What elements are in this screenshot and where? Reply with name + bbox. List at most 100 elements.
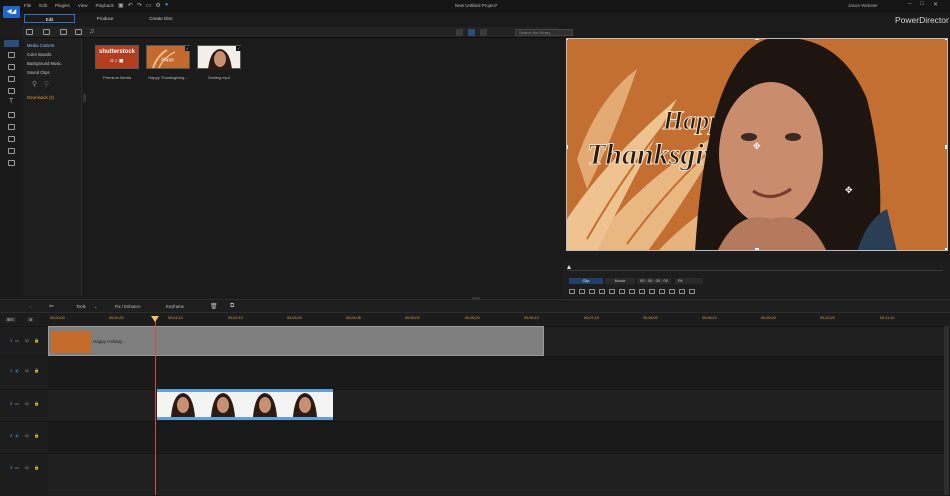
user-name[interactable]: Jason Webster xyxy=(848,3,878,8)
snapshot-button[interactable] xyxy=(629,289,635,294)
timeline-settings-icon[interactable]: ⇔ xyxy=(28,304,32,309)
previous-frame-button[interactable] xyxy=(589,289,595,294)
category-background-music[interactable]: Background Music xyxy=(27,61,61,66)
resize-handle[interactable] xyxy=(945,248,947,250)
import-media-icon[interactable] xyxy=(26,29,33,35)
thumbnail-view-icon[interactable] xyxy=(480,29,487,36)
track-enable-checkbox[interactable]: ☑ xyxy=(25,401,29,406)
maximize-button[interactable]: □ xyxy=(920,1,924,8)
resize-handle[interactable] xyxy=(945,39,947,40)
track-manager-icon[interactable]: ⊞⊟ xyxy=(5,317,16,322)
title-room-icon[interactable]: T xyxy=(9,98,13,105)
menu-plugins[interactable]: Plugins xyxy=(55,3,70,8)
particle-room-icon-2[interactable] xyxy=(8,88,15,94)
remove-category-icon[interactable]: ⚲ xyxy=(44,80,49,88)
resize-handle[interactable] xyxy=(567,145,568,149)
list-view-icon[interactable] xyxy=(456,29,463,36)
clip-mode-button[interactable]: Clip xyxy=(569,278,603,284)
preview-quality-button[interactable] xyxy=(639,289,645,294)
tab-edit[interactable]: Edit xyxy=(24,14,75,23)
music-filter-icon[interactable]: ♫ xyxy=(89,28,94,35)
timecode-display[interactable]: 00 ; 00 ; 00 ; 00 xyxy=(637,278,671,284)
tab-produce[interactable]: Produce xyxy=(79,14,131,23)
keyframe-button[interactable]: Keyframe xyxy=(166,304,184,309)
downloads-folder[interactable]: Downloads (3) xyxy=(27,95,54,100)
fx-room-icon[interactable] xyxy=(8,52,15,58)
tab-create-disc[interactable]: Create Disc xyxy=(135,14,187,23)
timeline-vertical-scrollbar[interactable] xyxy=(944,326,949,495)
transition-room-icon[interactable] xyxy=(8,112,15,118)
grid-view-icon[interactable] xyxy=(468,29,475,36)
subtitle-room-icon[interactable] xyxy=(8,160,15,166)
image-filter-icon[interactable] xyxy=(75,29,82,35)
particle-room-icon[interactable] xyxy=(8,76,15,82)
movie-mode-button[interactable]: Movie xyxy=(605,278,635,284)
timeline-ruler[interactable]: ⊞⊟ ⊕ 00;00;00 00;00;20 00;01;10 00;02;10… xyxy=(0,313,950,326)
menu-playback[interactable]: Playback xyxy=(95,3,113,8)
media-item-premium[interactable]: shutterstock ◘ ♫ ▣ xyxy=(95,45,139,69)
pip-room-icon[interactable] xyxy=(8,64,15,70)
fullscreen-button[interactable] xyxy=(689,289,695,294)
aspect-ratio-icon[interactable]: ▭ xyxy=(146,2,152,9)
zoom-select[interactable]: Fit xyxy=(675,278,703,284)
lock-icon[interactable]: 🔒 xyxy=(34,433,39,439)
category-color-boards[interactable]: Color Boards xyxy=(27,52,51,57)
settings-icon[interactable]: ⚙ xyxy=(155,2,160,9)
scrollbar-thumb[interactable] xyxy=(944,326,949,495)
save-icon[interactable]: ▣ xyxy=(118,2,124,9)
resize-handle[interactable] xyxy=(755,39,759,40)
track-enable-checkbox[interactable]: ☑ xyxy=(25,368,29,373)
voice-over-room-icon[interactable] xyxy=(8,136,15,142)
more-features-icon[interactable]: ⧉ xyxy=(230,303,234,310)
fast-forward-button[interactable] xyxy=(609,289,615,294)
track-enable-checkbox[interactable]: ☑ xyxy=(25,338,29,343)
category-media-content[interactable]: Media Content xyxy=(27,43,54,48)
category-sound-clips[interactable]: Sound Clips xyxy=(27,70,50,75)
preview-scrubber[interactable] xyxy=(567,265,571,269)
next-frame-button[interactable] xyxy=(599,289,605,294)
menu-view[interactable]: View xyxy=(78,3,88,8)
track-enable-checkbox[interactable]: ☑ xyxy=(25,465,29,470)
close-button[interactable]: ✕ xyxy=(933,1,938,8)
preview-window[interactable]: Happy Thanksgiving ✥ ✥ xyxy=(566,38,948,251)
media-item-thanksgiving[interactable]: Happy ✓ xyxy=(146,45,190,69)
undo-icon[interactable]: ↶ xyxy=(128,2,133,9)
fix-enhance-button[interactable]: Fix / Enhance xyxy=(115,304,141,309)
resize-handle[interactable] xyxy=(945,145,947,149)
lock-icon[interactable]: 🔒 xyxy=(34,401,39,407)
tools-dropdown-icon[interactable]: ⌄ xyxy=(94,304,98,309)
undock-button[interactable] xyxy=(669,289,675,294)
menu-edit[interactable]: Edit xyxy=(39,3,47,8)
stop-button[interactable] xyxy=(579,289,585,294)
help-icon[interactable]: ● xyxy=(165,2,169,9)
resize-handle[interactable] xyxy=(755,248,759,250)
3d-mode-button[interactable] xyxy=(659,289,665,294)
filter-icon[interactable] xyxy=(60,29,67,35)
zoom-button[interactable] xyxy=(679,289,685,294)
display-mode-button[interactable] xyxy=(649,289,655,294)
plugins-icon[interactable] xyxy=(43,29,50,35)
add-track-icon[interactable]: ⊕ xyxy=(27,317,35,322)
lock-icon[interactable]: 🔒 xyxy=(34,465,39,471)
add-category-icon[interactable]: ⚲ xyxy=(32,80,37,88)
preview-timeline-bar[interactable] xyxy=(567,270,943,271)
playhead-line[interactable] xyxy=(155,319,156,495)
delete-icon[interactable]: 🗑 xyxy=(210,303,218,310)
menu-file[interactable]: File xyxy=(24,3,31,8)
timeline-clip-smiling[interactable] xyxy=(157,389,333,420)
media-room-selected[interactable] xyxy=(4,40,19,47)
volume-button[interactable] xyxy=(619,289,625,294)
redo-icon[interactable]: ↷ xyxy=(137,2,142,9)
split-icon[interactable]: ✂ xyxy=(49,303,54,310)
tools-menu[interactable]: Tools xyxy=(76,304,86,309)
panel-splitter[interactable] xyxy=(472,297,480,300)
timeline-clip-thanksgiving[interactable]: Happy Holiday... xyxy=(48,326,544,356)
chapter-room-icon[interactable] xyxy=(8,148,15,154)
audio-mixing-room-icon[interactable] xyxy=(8,124,15,130)
resize-handle[interactable] xyxy=(567,39,568,40)
minimize-button[interactable]: – xyxy=(908,1,911,8)
lock-icon[interactable]: 🔒 xyxy=(34,338,39,344)
play-button[interactable] xyxy=(569,289,575,294)
media-item-smiling[interactable]: ✓ xyxy=(197,45,241,70)
track-enable-checkbox[interactable]: ☑ xyxy=(25,433,29,438)
